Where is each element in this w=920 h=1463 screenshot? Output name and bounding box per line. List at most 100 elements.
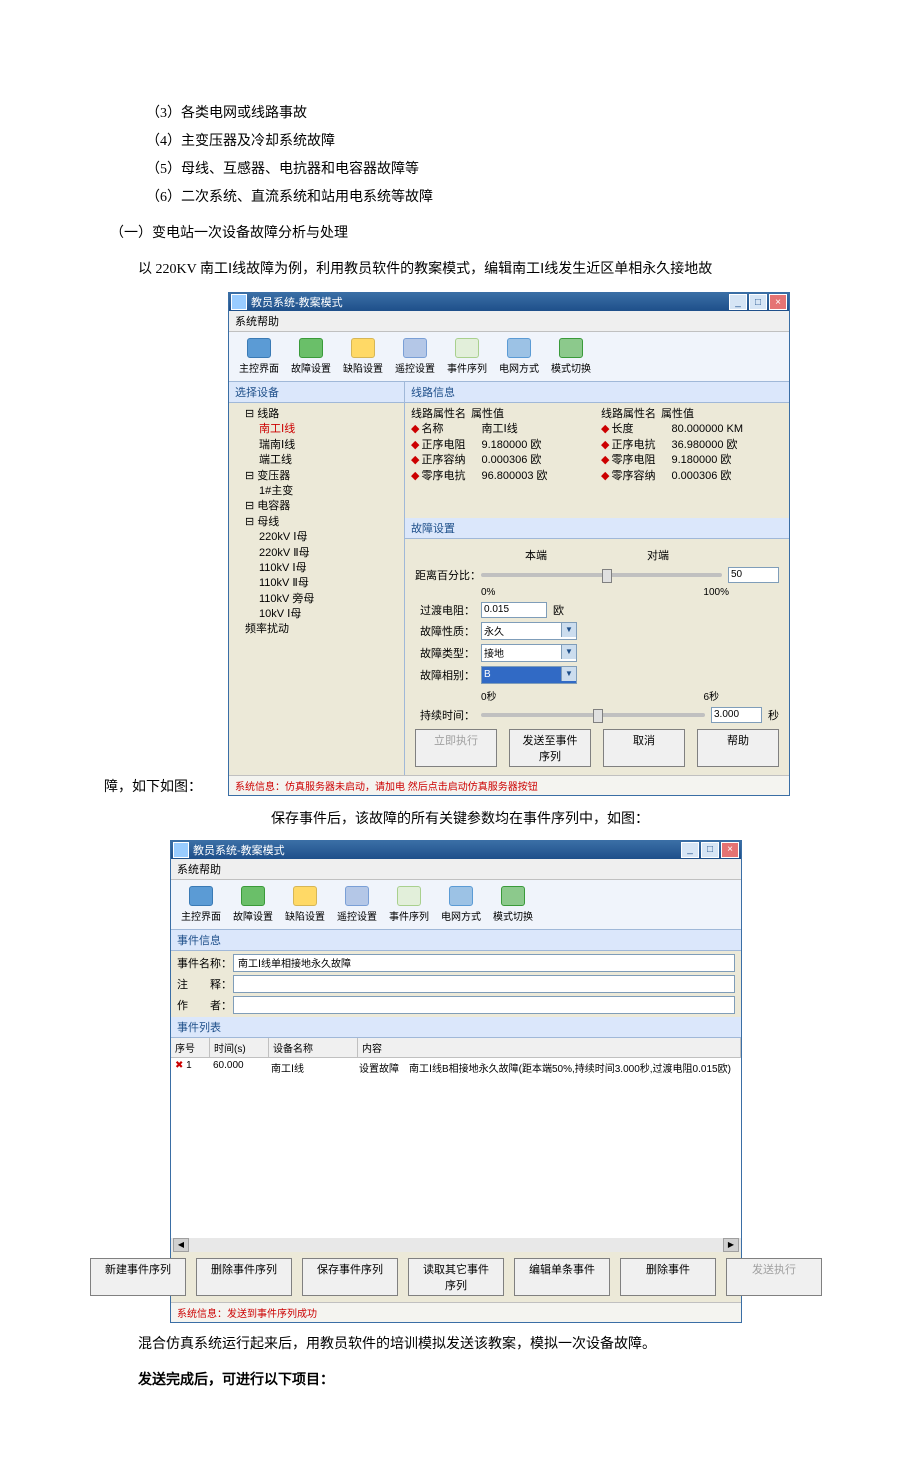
del-seq-button[interactable]: 删除事件序列 — [196, 1258, 292, 1296]
label-local: 本端 — [525, 547, 547, 563]
edit-event-button[interactable]: 编辑单条事件 — [514, 1258, 610, 1296]
chevron-down-icon: ▼ — [561, 667, 576, 681]
menubar[interactable]: 系统帮助 — [171, 859, 741, 880]
label-phase: 故障相别： — [415, 667, 475, 683]
defect-icon — [351, 338, 375, 358]
tb-main[interactable]: 主控界面 — [177, 884, 225, 925]
maximize-button[interactable]: □ — [701, 842, 719, 858]
prop-header: 线路信息 — [405, 382, 789, 403]
scroll-right-icon[interactable]: ▶ — [723, 1238, 739, 1252]
tree-item[interactable]: 110kV Ⅰ母 — [235, 561, 398, 576]
list-icon — [455, 338, 479, 358]
property-grid: 线路属性名属性值 ◆名称南工Ⅰ线 ◆正序电阻9.180000 欧 ◆正序容纳0.… — [405, 403, 789, 488]
tb-grid[interactable]: 电网方式 — [437, 884, 485, 925]
status-bar: 系统信息：仿真服务器未启动，请加电 然后点击启动仿真服务器按钮 — [229, 775, 789, 795]
execute-button[interactable]: 立即执行 — [415, 729, 497, 767]
tb-remote[interactable]: 遥控设置 — [391, 336, 439, 377]
list-item-5: （5）母线、互感器、电抗器和电容器故障等 — [146, 156, 810, 184]
paragraph: 以 220KV 南工Ⅰ线故障为例，利用教员软件的教案模式，编辑南工Ⅰ线发生近区单… — [110, 256, 810, 284]
horizontal-scrollbar[interactable]: ◀ ▶ — [171, 1238, 741, 1252]
fault-header: 故障设置 — [405, 518, 789, 539]
resistance-input[interactable]: 0.015 — [481, 602, 547, 618]
tree-item[interactable]: 220kV Ⅱ母 — [235, 546, 398, 561]
send-exec-button[interactable]: 发送执行 — [726, 1258, 822, 1296]
note-input[interactable] — [233, 975, 735, 993]
help-button[interactable]: 帮助 — [697, 729, 779, 767]
tb-main[interactable]: 主控界面 — [235, 336, 283, 377]
duration-value[interactable]: 3.000 — [711, 707, 762, 723]
label-nature: 故障性质： — [415, 623, 475, 639]
label-remote: 对端 — [647, 547, 669, 563]
tb-fault[interactable]: 故障设置 — [287, 336, 335, 377]
fault-icon — [299, 338, 323, 358]
close-button[interactable]: × — [769, 294, 787, 310]
tree-item[interactable]: 110kV Ⅱ母 — [235, 576, 398, 591]
read-seq-button[interactable]: 读取其它事件序列 — [408, 1258, 504, 1296]
cycle-icon — [501, 886, 525, 906]
tree-item[interactable]: 瑞南Ⅰ线 — [235, 438, 398, 453]
defect-icon — [293, 886, 317, 906]
tb-remote[interactable]: 遥控设置 — [333, 884, 381, 925]
minimize-button[interactable]: _ — [729, 294, 747, 310]
list-icon — [397, 886, 421, 906]
tree-item[interactable]: 10kV Ⅰ母 — [235, 607, 398, 622]
device-tree[interactable]: ⊟ 线路 南工Ⅰ线 瑞南Ⅰ线 端工线 ⊟ 变压器 1#主变 ⊟ 电容器 ⊟ 母线… — [229, 403, 404, 642]
tree-item-selected[interactable]: 南工Ⅰ线 — [235, 422, 398, 437]
label-distance: 距离百分比： — [415, 567, 475, 583]
tb-fault[interactable]: 故障设置 — [229, 884, 277, 925]
tb-mode[interactable]: 模式切换 — [547, 336, 595, 377]
tb-defect[interactable]: 缺陷设置 — [339, 336, 387, 377]
tree-item[interactable]: 110kV 旁母 — [235, 592, 398, 607]
distance-slider[interactable] — [481, 573, 722, 577]
tb-mode[interactable]: 模式切换 — [489, 884, 537, 925]
tree-item[interactable]: 1#主变 — [235, 484, 398, 499]
tree-item[interactable]: 频率扰动 — [235, 622, 398, 637]
caption-1: 保存事件后，该故障的所有关键参数均在事件序列中，如图： — [110, 808, 810, 828]
cycle-icon — [559, 338, 583, 358]
type-select[interactable]: 接地▼ — [481, 644, 577, 662]
label-duration: 持续时间： — [415, 707, 475, 723]
label-author: 作 者： — [177, 997, 227, 1013]
main-icon — [189, 886, 213, 906]
tb-events[interactable]: 事件序列 — [385, 884, 433, 925]
tree-item[interactable]: 端工线 — [235, 453, 398, 468]
status-bar: 系统信息：发送到事件序列成功 — [171, 1302, 741, 1322]
paragraph: 混合仿真系统运行起来后，用教员软件的培训模拟发送该教案，模拟一次设备故障。 — [110, 1331, 810, 1359]
window-1: 教员系统-教案模式 _ □ × 系统帮助 主控界面 故障设置 缺陷设置 遥控设置… — [228, 292, 790, 796]
minimize-button[interactable]: _ — [681, 842, 699, 858]
titlebar: 教员系统-教案模式 _ □ × — [229, 293, 789, 311]
cancel-button[interactable]: 取消 — [603, 729, 685, 767]
window-title: 教员系统-教案模式 — [251, 294, 343, 310]
app-icon — [231, 294, 247, 310]
distance-value[interactable]: 50 — [728, 567, 779, 583]
chevron-down-icon: ▼ — [561, 623, 576, 637]
close-button[interactable]: × — [721, 842, 739, 858]
main-icon — [247, 338, 271, 358]
label-note: 注 释： — [177, 976, 227, 992]
new-seq-button[interactable]: 新建事件序列 — [90, 1258, 186, 1296]
menubar[interactable]: 系统帮助 — [229, 311, 789, 332]
info-header: 事件信息 — [171, 930, 741, 951]
tb-grid[interactable]: 电网方式 — [495, 336, 543, 377]
tb-events[interactable]: 事件序列 — [443, 336, 491, 377]
list-item-3: （3）各类电网或线路事故 — [146, 100, 810, 128]
table-row[interactable]: ✖ 1 60.000 南工Ⅰ线 设置故障 南工Ⅰ线B相接地永久故障(距本端50%… — [171, 1058, 741, 1077]
author-input[interactable] — [233, 996, 735, 1014]
save-seq-button[interactable]: 保存事件序列 — [302, 1258, 398, 1296]
label-resistance: 过渡电阻： — [415, 602, 475, 618]
app-icon — [173, 842, 189, 858]
del-event-button[interactable]: 删除事件 — [620, 1258, 716, 1296]
nature-select[interactable]: 永久▼ — [481, 622, 577, 640]
grid-icon — [449, 886, 473, 906]
send-button[interactable]: 发送至事件序列 — [509, 729, 591, 767]
tb-defect[interactable]: 缺陷设置 — [281, 884, 329, 925]
list-header: 事件列表 — [171, 1017, 741, 1038]
grid-icon — [507, 338, 531, 358]
maximize-button[interactable]: □ — [749, 294, 767, 310]
name-input[interactable]: 南工Ⅰ线单相接地永久故障 — [233, 954, 735, 972]
scroll-left-icon[interactable]: ◀ — [173, 1238, 189, 1252]
event-list[interactable]: ✖ 1 60.000 南工Ⅰ线 设置故障 南工Ⅰ线B相接地永久故障(距本端50%… — [171, 1058, 741, 1238]
phase-select[interactable]: B▼ — [481, 666, 577, 684]
tree-item[interactable]: 220kV Ⅰ母 — [235, 530, 398, 545]
duration-slider[interactable] — [481, 713, 705, 717]
